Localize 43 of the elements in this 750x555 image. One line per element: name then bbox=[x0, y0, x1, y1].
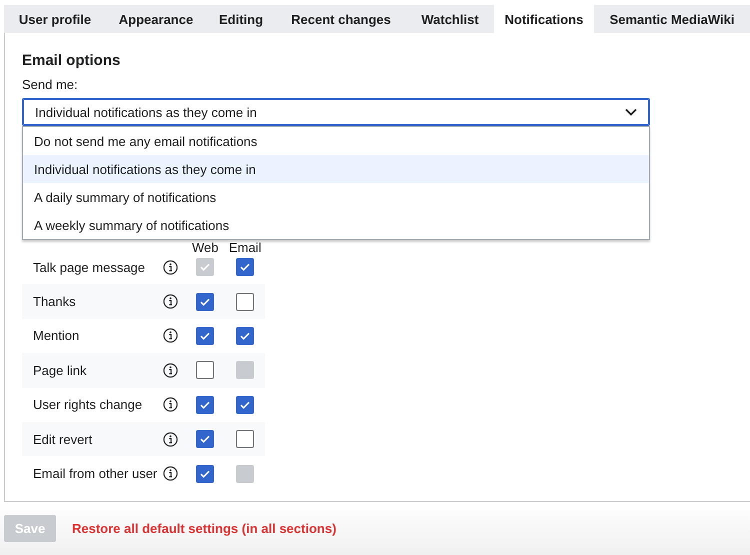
info-icon[interactable] bbox=[163, 294, 178, 310]
tab[interactable]: Editing bbox=[206, 5, 276, 33]
notification-label: Thanks bbox=[32, 294, 77, 310]
column-header: Web bbox=[191, 241, 220, 255]
tab[interactable]: Notifications bbox=[494, 5, 594, 33]
dropdown-option[interactable]: Do not send me any email notifications bbox=[23, 127, 649, 155]
checkbox[interactable] bbox=[196, 396, 214, 414]
info-icon[interactable] bbox=[163, 397, 178, 412]
info-icon[interactable] bbox=[163, 432, 178, 447]
tab[interactable]: Semantic MediaWiki bbox=[594, 5, 750, 33]
tab[interactable]: User profile bbox=[4, 5, 106, 33]
dropdown-option[interactable]: A daily summary of notifications bbox=[23, 183, 649, 211]
checkbox[interactable] bbox=[236, 326, 254, 345]
checkbox[interactable] bbox=[196, 464, 214, 483]
notification-label: User rights change bbox=[32, 397, 144, 412]
field-label: Send me: bbox=[22, 77, 79, 93]
tab[interactable]: Recent changes bbox=[276, 5, 406, 33]
tab[interactable]: Appearance bbox=[106, 5, 206, 33]
checkbox[interactable] bbox=[236, 396, 254, 414]
notification-label: Email from other user bbox=[32, 466, 158, 482]
info-icon[interactable] bbox=[163, 362, 178, 378]
notification-label: Page link bbox=[32, 362, 88, 378]
checkbox[interactable] bbox=[236, 292, 254, 311]
notification-label: Mention bbox=[32, 328, 80, 344]
checkbox[interactable] bbox=[236, 430, 254, 448]
checkbox[interactable] bbox=[196, 361, 214, 380]
restore-link[interactable]: Restore all default settings (in all sections) bbox=[72, 521, 336, 536]
dropdown-option[interactable]: Individual notifications as they come in bbox=[23, 155, 649, 183]
checkbox[interactable] bbox=[236, 258, 254, 276]
info-icon[interactable] bbox=[163, 328, 178, 344]
checkbox[interactable] bbox=[196, 326, 214, 345]
checkbox[interactable] bbox=[196, 430, 214, 448]
chevron-icon bbox=[625, 108, 637, 116]
info-icon[interactable] bbox=[163, 260, 178, 275]
checkbox[interactable] bbox=[196, 292, 214, 311]
tab[interactable]: Watchlist bbox=[406, 5, 494, 33]
section-title: Email options bbox=[22, 51, 122, 71]
column-header: Email bbox=[228, 241, 262, 255]
info-icon[interactable] bbox=[163, 466, 178, 482]
dropdown-option[interactable]: A weekly summary of notifications bbox=[23, 211, 649, 239]
notification-label: Talk page message bbox=[32, 260, 146, 275]
notification-label: Edit revert bbox=[32, 432, 94, 447]
dropdown-field[interactable]: Individual notifications as they come in bbox=[22, 98, 650, 126]
